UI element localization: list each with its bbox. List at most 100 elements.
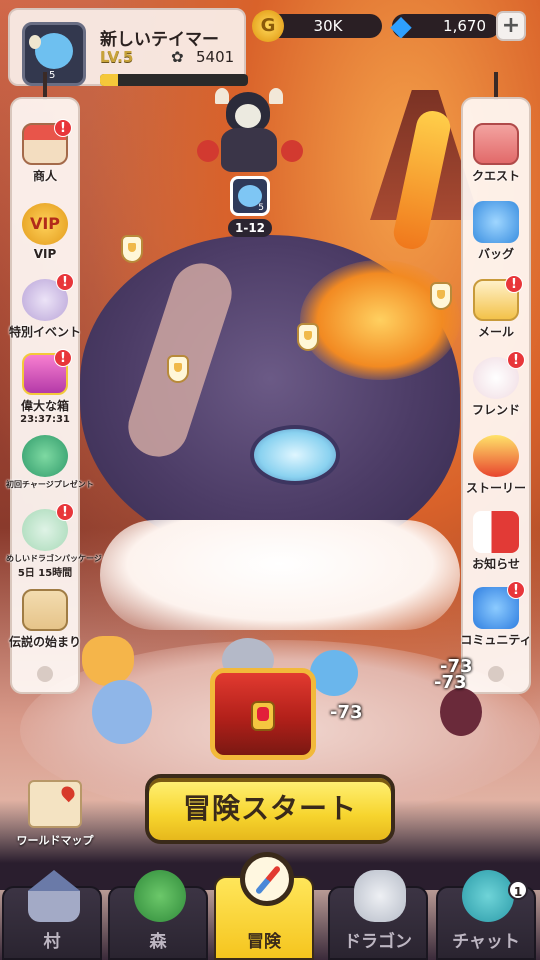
xp-bar: [100, 74, 248, 86]
tab-village[interactable]: 村: [2, 870, 102, 960]
alert-badge: !: [505, 275, 523, 293]
menu-label: ストーリー: [465, 481, 526, 495]
boss-skull-reaper[interactable]: [193, 88, 305, 188]
stage-portrait[interactable]: 5: [230, 176, 270, 216]
boss-horn: [215, 88, 229, 104]
gem-amount: 1,670: [443, 17, 486, 35]
lava-lake: [300, 260, 460, 380]
player-power: 5401: [196, 48, 235, 66]
alert-badge: !: [56, 503, 74, 521]
menu-label: コミュニティ: [460, 633, 532, 647]
stage-marker[interactable]: [430, 282, 452, 310]
boss-claw: [197, 140, 219, 162]
menu-community[interactable]: ! コミュニティ: [457, 581, 535, 648]
stage-marker[interactable]: [297, 323, 319, 351]
menu-vip[interactable]: VIP VIP: [6, 203, 84, 261]
box-timer: 23:37:31: [20, 414, 70, 425]
menu-great-box[interactable]: ! 偉大な箱 23:37:31: [6, 349, 84, 425]
start-adventure-button[interactable]: 冒険スタート: [145, 774, 395, 844]
world-map-button[interactable]: ワールドマップ: [10, 780, 100, 848]
bottom-nav: 村 森 冒険 ドラゴン 1 チャット: [0, 852, 540, 960]
friend-cat-icon: !: [473, 351, 525, 399]
player-level: LV.5: [100, 48, 134, 66]
menu-bag[interactable]: バッグ: [457, 201, 535, 262]
tab-adventure[interactable]: 冒険: [214, 852, 314, 960]
panel-collapse-icon[interactable]: [488, 666, 504, 682]
boss-skull: [235, 104, 261, 128]
world-map-label: ワールドマップ: [16, 834, 94, 847]
paw-icon: ✿: [171, 48, 184, 66]
event-girl-icon: !: [22, 273, 74, 321]
xp-bar-fill: [100, 74, 118, 86]
right-menu-panel: クエスト バッグ ! メール ! フレンド ストーリー お知らせ ! コミュニテ…: [460, 97, 532, 694]
alert-badge: !: [507, 581, 525, 599]
menu-friend[interactable]: ! フレンド: [457, 351, 535, 418]
menu-label: バッグ: [477, 247, 514, 261]
buy-gems-button[interactable]: +: [496, 11, 526, 41]
community-chat-icon: !: [473, 581, 525, 629]
menu-label: 特別イベント: [8, 325, 81, 339]
menu-notice[interactable]: お知らせ: [457, 511, 535, 572]
menu-mail[interactable]: ! メール: [457, 275, 535, 340]
tab-label: 森: [149, 932, 167, 952]
package-timer: 5日 15時間: [17, 568, 73, 579]
boss-body: [221, 128, 277, 172]
compass-icon: [240, 852, 294, 906]
menu-label: お知らせ: [472, 557, 520, 571]
stage-marker[interactable]: [121, 235, 143, 263]
quest-scroll-icon: [473, 123, 519, 165]
panel-string: [494, 72, 498, 100]
compass-needle: [254, 865, 282, 895]
alert-badge: !: [54, 349, 72, 367]
panel-string: [43, 72, 47, 100]
panel-collapse-icon[interactable]: [37, 666, 53, 682]
megaphone-icon: [473, 511, 519, 553]
tab-chat[interactable]: 1 チャット: [436, 870, 536, 960]
ally-blue-horned: [310, 650, 358, 696]
menu-label: 初回チャージプレゼント: [6, 480, 94, 489]
left-menu-panel: ! 商人 VIP VIP ! 特別イベント ! 偉大な箱 23:37:31 初回…: [6, 97, 102, 694]
tab-label: チャット: [452, 932, 520, 952]
player-name: 新しいテイマー: [100, 30, 219, 50]
avatar-horn: [29, 35, 41, 49]
shop-stall-icon: !: [22, 119, 72, 165]
avatar-face: [35, 33, 73, 69]
chat-bubble-icon: [462, 870, 514, 922]
story-book-icon: [473, 435, 519, 477]
menu-dragon-package[interactable]: ! めしいドラゴンパッケージ 5日 15時間: [6, 503, 102, 579]
mail-icon: !: [473, 275, 523, 321]
menu-merchant[interactable]: ! 商人: [6, 119, 84, 184]
tab-forest[interactable]: 森: [108, 870, 208, 960]
treasure-chest[interactable]: [210, 668, 316, 760]
boss-claw: [281, 140, 303, 162]
stage-label: 1-12: [228, 219, 272, 237]
enemy-hooded-mage: [440, 688, 482, 736]
menu-quest[interactable]: クエスト: [457, 123, 535, 184]
menu-label: フレンド: [471, 403, 520, 417]
coin-amount: 30K: [313, 17, 343, 35]
coin-icon: G: [252, 10, 284, 42]
tab-dragon[interactable]: ドラゴン: [328, 870, 428, 960]
damage-number: -73: [434, 672, 467, 693]
menu-legend-begin[interactable]: 伝説の始まり: [6, 589, 84, 650]
alert-badge: !: [56, 273, 74, 291]
menu-special-event[interactable]: ! 特別イベント: [6, 273, 84, 340]
menu-label: 偉大な箱: [20, 399, 69, 413]
forest-tree-icon: [134, 870, 186, 922]
vip-badge-icon: VIP: [22, 203, 68, 245]
treasure-box-icon: !: [22, 349, 72, 395]
dragon-head-icon: [354, 870, 406, 922]
tab-label: ドラゴン: [344, 932, 412, 952]
ally-fox-dragon: [82, 636, 134, 686]
menu-first-charge[interactable]: 初回チャージプレゼント: [6, 435, 94, 490]
avatar[interactable]: 5: [22, 22, 86, 86]
stage-marker[interactable]: [167, 355, 189, 383]
ally-blue-beast: [92, 680, 152, 744]
avatar-level: 5: [49, 70, 56, 81]
chat-badge: 1: [508, 880, 528, 900]
map-pin-icon: [58, 783, 78, 803]
menu-label: メール: [477, 325, 514, 339]
legend-calendar-icon: [22, 589, 68, 631]
menu-story[interactable]: ストーリー: [457, 435, 535, 496]
menu-label: 商人: [32, 169, 57, 183]
